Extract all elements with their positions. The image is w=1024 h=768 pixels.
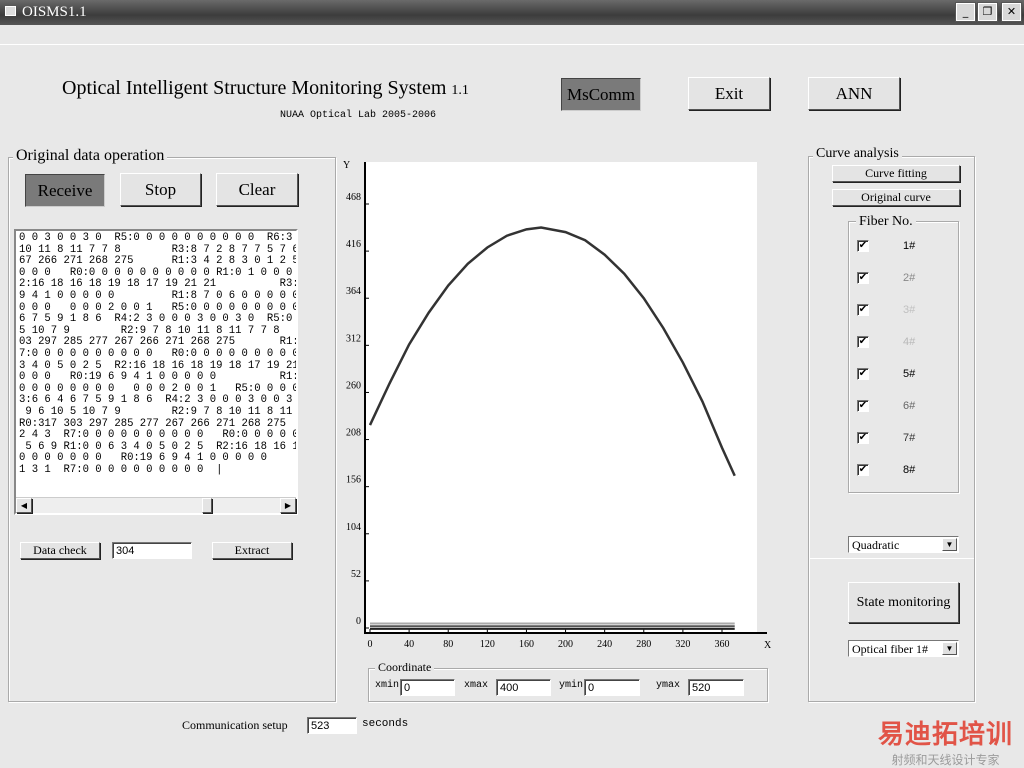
original-data-legend: Original data operation bbox=[13, 147, 168, 165]
data-check-input[interactable]: 304 bbox=[112, 542, 192, 559]
x-tick-label: 280 bbox=[636, 639, 651, 650]
curve-analysis-legend: Curve analysis bbox=[813, 146, 902, 162]
y-tick-label: 416 bbox=[346, 239, 361, 250]
stop-button[interactable]: Stop bbox=[120, 173, 201, 206]
receive-button[interactable]: Receive bbox=[25, 174, 105, 207]
scroll-left-icon[interactable]: ◀ bbox=[16, 498, 32, 513]
fiber-select-value: Optical fiber 1# bbox=[852, 642, 928, 656]
xmax-label: xmax bbox=[464, 680, 489, 691]
watermark-line2: 射频和天线设计专家 bbox=[891, 753, 1000, 767]
y-tick-label: 312 bbox=[346, 333, 361, 344]
xmin-input[interactable]: 0 bbox=[400, 679, 455, 696]
fiber-3-checkbox[interactable]: ✔ bbox=[857, 304, 869, 316]
original-curve-button[interactable]: Original curve bbox=[832, 189, 960, 206]
app-version: 1.1 bbox=[451, 83, 469, 98]
app-title-text: Optical Intelligent Structure Monitoring… bbox=[62, 77, 447, 99]
fiber-5-checkbox[interactable]: ✔ bbox=[857, 368, 869, 380]
fiber-7-label: 7# bbox=[903, 432, 916, 444]
y-tick-label: 260 bbox=[346, 380, 361, 391]
app-subtitle: NUAA Optical Lab 2005-2006 bbox=[280, 110, 437, 121]
x-axis-label: X bbox=[764, 640, 772, 651]
data-check-button[interactable]: Data check bbox=[20, 542, 100, 559]
fiber-6-label: 6# bbox=[903, 400, 916, 412]
exit-button[interactable]: Exit bbox=[688, 77, 770, 110]
x-tick-label: 160 bbox=[519, 639, 534, 650]
divider bbox=[809, 558, 974, 559]
communication-interval-input[interactable]: 523 bbox=[307, 717, 357, 734]
minimize-button[interactable]: _ bbox=[955, 2, 976, 22]
title-bar: OISMS1.1 _ ❐ ✕ bbox=[0, 0, 1024, 25]
y-tick-label: 0 bbox=[356, 616, 361, 627]
fiber-4-label: 4# bbox=[903, 336, 916, 348]
x-tick-label: 80 bbox=[443, 639, 453, 650]
mscomm-button[interactable]: MsComm bbox=[561, 78, 641, 111]
y-tick-label: 104 bbox=[346, 522, 361, 533]
extract-button[interactable]: Extract bbox=[212, 542, 292, 559]
coordinate-legend: Coordinate bbox=[375, 660, 435, 675]
y-tick-label: 208 bbox=[346, 428, 361, 439]
state-monitoring-button[interactable]: State monitoring bbox=[848, 582, 959, 623]
ann-button[interactable]: ANN bbox=[808, 77, 900, 110]
watermark-line1: 易迪拓培训 bbox=[877, 720, 1013, 750]
window-title: OISMS1.1 bbox=[22, 4, 87, 20]
data-log-textarea[interactable]: 0 0 3 0 0 3 0 R5:0 0 0 0 0 0 0 0 0 0 R6:… bbox=[14, 229, 298, 515]
fiber-2-checkbox[interactable]: ✔ bbox=[857, 272, 869, 284]
fiber-4-checkbox[interactable]: ✔ bbox=[857, 336, 869, 348]
ymin-input[interactable]: 0 bbox=[584, 679, 640, 696]
chart: 0 52 104 156 208 260 312 364 416 468 0 40 80 120 160 20… bbox=[343, 160, 772, 651]
curve-fitting-button[interactable]: Curve fitting bbox=[832, 165, 960, 182]
chevron-down-icon[interactable]: ▼ bbox=[942, 642, 957, 655]
fiber-select[interactable]: Optical fiber 1# ▼ bbox=[848, 640, 959, 657]
fiber-group bbox=[848, 221, 959, 493]
ymax-label: ymax bbox=[656, 680, 681, 691]
y-tick-label: 52 bbox=[351, 569, 361, 580]
fiber-7-checkbox[interactable]: ✔ bbox=[857, 432, 869, 444]
y-tick-label: 364 bbox=[346, 286, 361, 297]
close-button[interactable]: ✕ bbox=[1001, 2, 1022, 22]
fiber-2-label: 2# bbox=[903, 272, 916, 284]
maximize-button[interactable]: ❐ bbox=[977, 2, 998, 22]
fiber-8-checkbox[interactable]: ✔ bbox=[857, 464, 869, 476]
communication-unit: seconds bbox=[362, 718, 409, 730]
fiber-1-label: 1# bbox=[903, 240, 916, 252]
y-tick-label: 156 bbox=[346, 475, 361, 486]
fiber-legend: Fiber No. bbox=[856, 214, 916, 230]
ymax-input[interactable]: 520 bbox=[688, 679, 744, 696]
scroll-thumb[interactable] bbox=[202, 498, 212, 513]
fiber-1-checkbox[interactable]: ✔ bbox=[857, 240, 869, 252]
x-tick-label: 240 bbox=[597, 639, 612, 650]
app-icon bbox=[5, 6, 16, 16]
y-tick-label: 468 bbox=[346, 192, 361, 203]
fiber-3-label: 3# bbox=[903, 304, 916, 316]
x-tick-label: 0 bbox=[368, 639, 373, 650]
x-tick-label: 40 bbox=[404, 639, 414, 650]
xmax-input[interactable]: 400 bbox=[496, 679, 551, 696]
fit-type-value: Quadratic bbox=[852, 538, 900, 552]
fiber-6-checkbox[interactable]: ✔ bbox=[857, 400, 869, 412]
x-tick-label: 200 bbox=[558, 639, 573, 650]
xmin-label: xmin bbox=[375, 680, 400, 691]
fit-type-select[interactable]: Quadratic ▼ bbox=[848, 536, 959, 553]
horizontal-scrollbar[interactable]: ◀ ▶ bbox=[16, 497, 296, 513]
y-axis-label: Y bbox=[343, 160, 350, 171]
menu-divider bbox=[0, 44, 1024, 45]
x-tick-label: 320 bbox=[675, 639, 690, 650]
communication-label: Communication setup bbox=[182, 718, 288, 732]
x-tick-label: 360 bbox=[715, 639, 730, 650]
scroll-right-icon[interactable]: ▶ bbox=[280, 498, 296, 513]
x-tick-label: 120 bbox=[480, 639, 495, 650]
fiber-8-label: 8# bbox=[903, 464, 916, 476]
chevron-down-icon[interactable]: ▼ bbox=[942, 538, 957, 551]
ymin-label: ymin bbox=[559, 680, 584, 691]
clear-button[interactable]: Clear bbox=[216, 173, 298, 206]
app-title: Optical Intelligent Structure Monitoring… bbox=[62, 77, 469, 100]
watermark: 易迪拓培训 射频和天线设计专家 bbox=[868, 714, 1023, 768]
fiber-5-label: 5# bbox=[903, 368, 916, 380]
